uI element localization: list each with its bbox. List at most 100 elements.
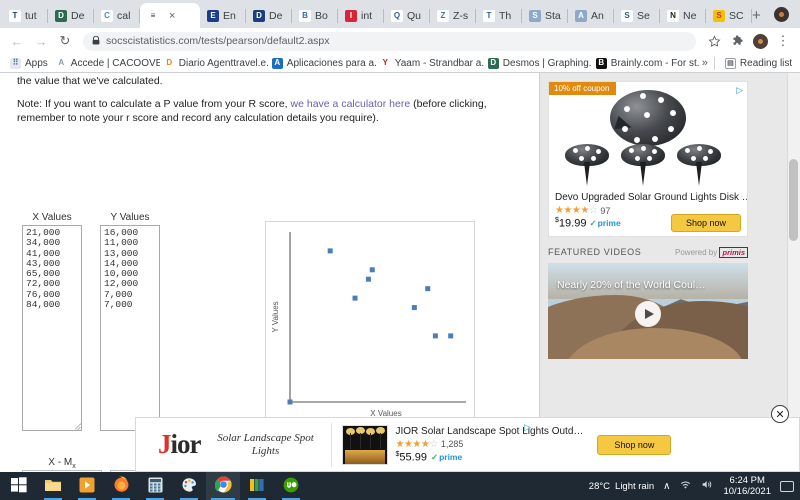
tab-label: Sta	[545, 9, 561, 22]
desmos-logo: D	[55, 9, 67, 22]
bookmark-6[interactable]: B Brainly.com - For st...	[592, 57, 700, 70]
wifi-icon[interactable]	[679, 479, 692, 493]
taskbar-media-player[interactable]	[70, 472, 104, 500]
taskbar-start-button[interactable]	[2, 472, 36, 500]
browser-tab-9[interactable]: Z Z-s	[430, 3, 476, 28]
x-values-input[interactable]: 21,000 34,000 41,000 43,000 65,000 72,00…	[22, 225, 82, 431]
ztable-logo: Z	[437, 9, 449, 22]
browser-tab-4[interactable]: E En	[200, 3, 246, 28]
browser-tab-1[interactable]: D De	[48, 3, 94, 28]
browser-tab-7[interactable]: Iint	[338, 3, 384, 28]
tray-chevron-icon[interactable]: ∧	[663, 481, 670, 492]
sidebar-ad[interactable]: 10% off coupon ▷ Devo Upgraded Solar Gro…	[548, 81, 748, 237]
browser-tab-15[interactable]: S SC	[706, 3, 752, 28]
speaker-icon[interactable]	[701, 479, 714, 493]
powered-by: Powered by primis	[675, 246, 748, 258]
note-prefix: Note: If you want to calculate a P value…	[17, 98, 291, 110]
featured-video-card[interactable]: Nearly 20% of the World Coul…	[548, 262, 748, 359]
tab-close-icon[interactable]: ×	[169, 10, 175, 22]
adchoices-icon[interactable]: ▷	[524, 422, 531, 433]
speech-bubble-logo: D	[253, 9, 265, 22]
bookmark-3[interactable]: A Aplicaciones para a...	[268, 57, 376, 70]
x-values-resize-handle[interactable]	[74, 422, 81, 429]
taskbar-items	[2, 472, 308, 500]
brainly-logo: E	[207, 9, 219, 22]
weather-condition: Light rain	[615, 480, 655, 492]
reading-list-icon: ▤	[724, 57, 736, 69]
letter-l-logo: T	[483, 9, 495, 22]
image-logo: A	[575, 9, 587, 22]
bottom-ad-banner[interactable]: Jior Solar Landscape Spot Lights JIOR So…	[135, 405, 800, 472]
new-tab-button[interactable]: +	[752, 2, 761, 28]
prime-badge: prime	[589, 218, 621, 229]
browser-tab-11[interactable]: S Sta	[522, 3, 568, 28]
clock-time: 6:24 PM	[729, 475, 765, 486]
browser-tab-10[interactable]: T Th	[476, 3, 522, 28]
profile-avatar[interactable]	[761, 0, 800, 28]
ad-title[interactable]: Devo Upgraded Solar Ground Lights Disk …	[549, 190, 747, 205]
scrollbar-thumb[interactable]	[789, 159, 798, 241]
browser-tab-6[interactable]: B Bo	[292, 3, 338, 28]
chrome-menu-icon[interactable]: ⋮	[772, 30, 794, 52]
scatter-chart: X Values Y Values	[265, 221, 475, 430]
extensions-puzzle-icon[interactable]	[726, 30, 748, 52]
forward-button[interactable]: →	[30, 30, 52, 52]
bookmark-2[interactable]: D Diario Agenttravel.e...	[160, 57, 268, 70]
data-point-0	[327, 248, 333, 254]
notification-icon[interactable]	[780, 480, 794, 492]
page-viewport: the value that we've calculated. Note: I…	[0, 73, 800, 472]
ad-thumbnail	[341, 424, 388, 465]
weather-widget[interactable]: 28°C Light rain	[589, 481, 654, 492]
bookmark-0[interactable]: ⠿ Apps	[6, 57, 52, 70]
shop-now-button[interactable]: Shop now	[670, 213, 741, 232]
browser-tab-5[interactable]: D De	[246, 3, 292, 28]
browser-tab-2[interactable]: Ccal	[94, 3, 140, 28]
taskbar-upwork[interactable]	[274, 472, 308, 500]
play-icon[interactable]	[635, 301, 661, 328]
symbolab-logo: I	[345, 9, 357, 22]
browser-tab-8[interactable]: Q Qu	[384, 3, 430, 28]
jior-logo: Jior	[158, 429, 202, 459]
profile-avatar-icon[interactable]	[749, 30, 771, 52]
taskbar-google-chrome[interactable]	[206, 472, 240, 500]
quizlet-logo: Q	[391, 9, 403, 22]
bookmarks-overflow-button[interactable]: »	[702, 57, 708, 69]
folder-icon	[44, 477, 62, 496]
right-rail: 10% off coupon ▷ Devo Upgraded Solar Gro…	[540, 73, 800, 472]
taskbar-calculator[interactable]	[138, 472, 172, 500]
reading-list-button[interactable]: ▤ Reading list	[721, 57, 796, 70]
video-title: Nearly 20% of the World Coul…	[557, 278, 706, 291]
bookmark-5[interactable]: D Desmos | Graphing...	[484, 57, 592, 70]
bookmark-1[interactable]: AAccede | CACOOVE....	[52, 57, 160, 70]
reload-button[interactable]: ↻	[54, 30, 76, 52]
brainly-icon: B	[595, 57, 607, 69]
bottom-shop-now-button[interactable]: Shop now	[597, 434, 672, 455]
tab-label: Ne	[683, 9, 697, 22]
taskbar-office-app[interactable]	[240, 472, 274, 500]
calculator-link[interactable]: we have a calculator here	[291, 98, 411, 110]
bookmark-4[interactable]: Y Yaam - Strandbar a...	[376, 57, 484, 70]
taskbar-file-explorer[interactable]	[36, 472, 70, 500]
browser-tab-3[interactable]: ≡ ×	[140, 3, 200, 28]
firefox-icon	[113, 476, 130, 496]
bookmark-star-icon[interactable]	[703, 30, 725, 52]
browser-tab-12[interactable]: A An	[568, 3, 614, 28]
tab-label: Se	[637, 9, 650, 22]
back-button[interactable]: ←	[6, 30, 28, 52]
taskbar-firefox[interactable]	[104, 472, 138, 500]
y-axis-label: Y Values	[271, 301, 280, 332]
temperature: 28°C	[588, 480, 611, 492]
mini-light-2	[621, 144, 665, 186]
bottom-ad-title[interactable]: JIOR Solar Landscape Spot Lights Outd…	[396, 426, 584, 437]
close-ad-button[interactable]: ✕	[771, 405, 789, 423]
taskbar-paint[interactable]	[172, 472, 206, 500]
upwork-icon	[283, 477, 299, 496]
y-values-input[interactable]: 16,000 11,000 13,000 14,000 10,000 12,00…	[100, 225, 160, 431]
browser-tab-13[interactable]: S Se	[614, 3, 660, 28]
browser-tab-0[interactable]: Ttut	[2, 3, 48, 28]
taskbar-clock[interactable]: 6:24 PM 10/16/2021	[723, 475, 771, 497]
browser-tab-14[interactable]: N Ne	[660, 3, 706, 28]
tab-label: De	[71, 9, 85, 22]
address-bar[interactable]: socscistatistics.com/tests/pearson/defau…	[83, 31, 696, 51]
tab-label: An	[591, 9, 604, 22]
